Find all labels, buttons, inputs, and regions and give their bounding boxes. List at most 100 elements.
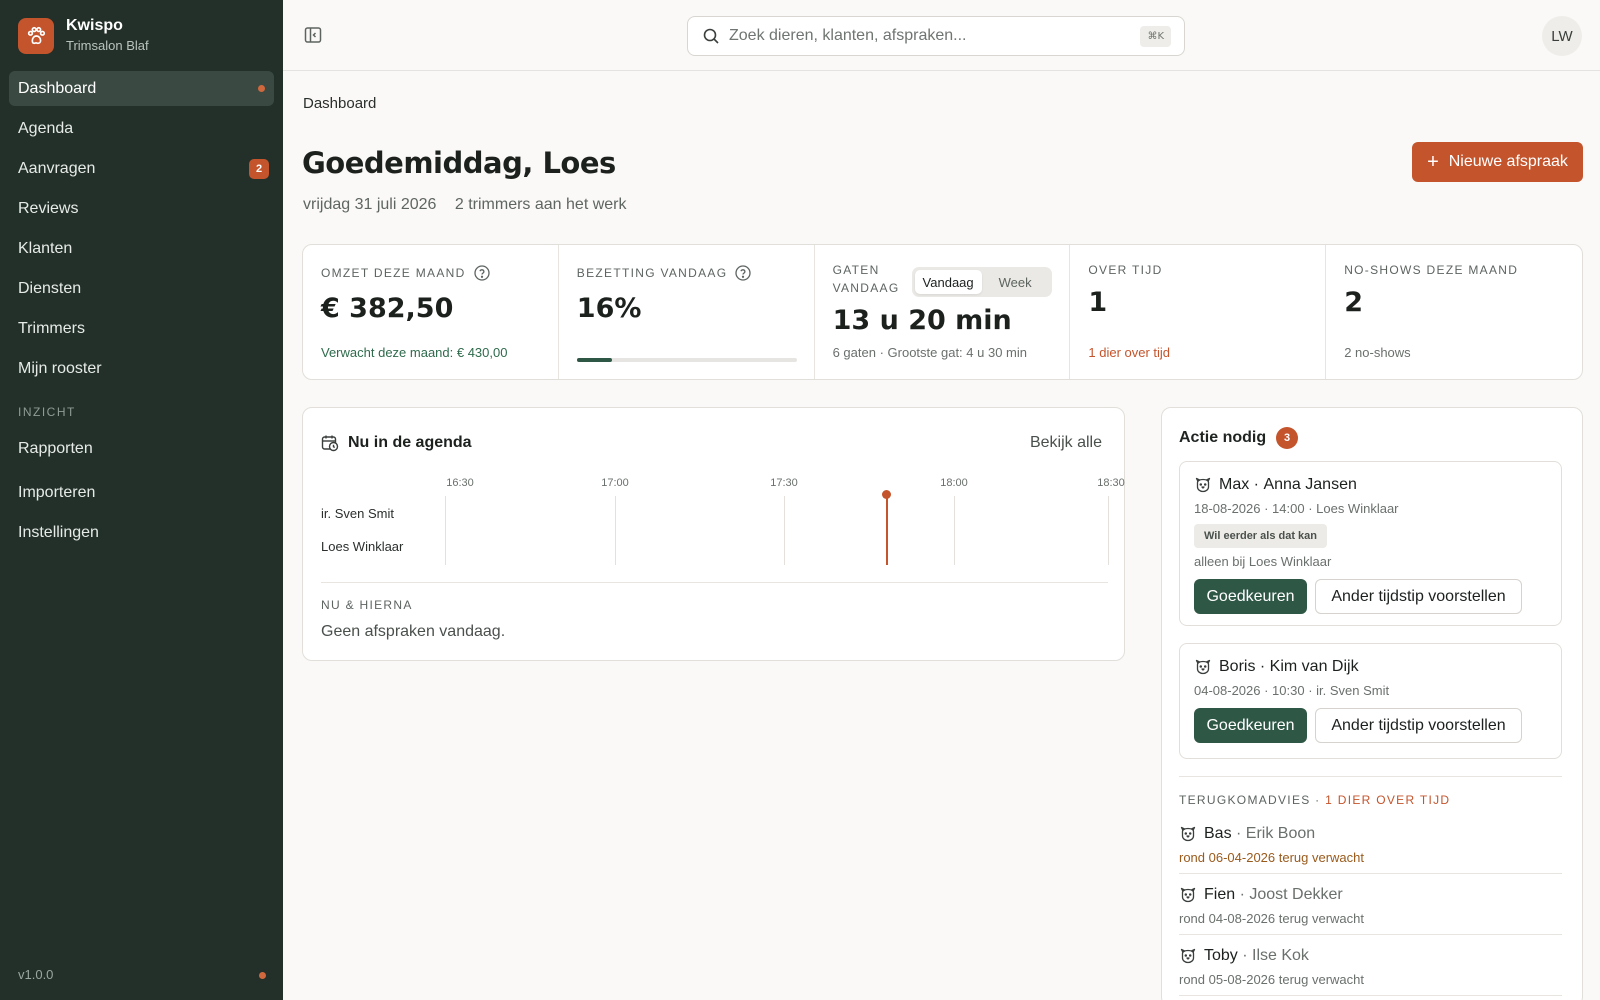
sidebar-item-reviews[interactable]: Reviews	[9, 191, 274, 226]
kpi-revenue: OMZET DEZE MAAND € 382,50 Verwacht deze …	[303, 245, 559, 379]
dog-icon	[1179, 825, 1197, 843]
list-item[interactable]: Bas · Erik Boon rond 06-04-2026 terug ve…	[1179, 813, 1562, 874]
list-item[interactable]: Fien · Joost Dekker rond 04-08-2026 teru…	[1179, 874, 1562, 935]
approve-button[interactable]: Goedkeuren	[1194, 708, 1307, 743]
sidebar-item-label: Mijn rooster	[18, 359, 102, 377]
timeline-gridline	[784, 496, 785, 565]
sidebar: Kwispo Trimsalon Blaf Dashboard Agenda A…	[0, 0, 283, 1000]
agenda-card: Nu in de agenda Bekijk alle 16:30 17:00 …	[302, 407, 1125, 661]
kpi-note: 2 no-shows	[1344, 345, 1411, 360]
dog-icon	[1179, 886, 1197, 904]
help-icon[interactable]	[735, 265, 752, 281]
new-appointment-button[interactable]: + Nieuwe afspraak	[1412, 142, 1583, 182]
section-label: NU & HIERNA	[321, 598, 413, 612]
breadcrumb[interactable]: Dashboard	[303, 95, 376, 112]
separator: ·	[1231, 825, 1246, 842]
count-badge: 3	[1276, 427, 1299, 449]
occupancy-progress-bar	[576, 358, 797, 362]
list-item-title: Bas · Erik Boon	[1179, 825, 1315, 843]
request-card: Boris · Kim van Dijk 04-08-2026 · 10:30 …	[1179, 643, 1562, 759]
page-title: Goedemiddag, Loes	[302, 146, 616, 180]
sidebar-toggle-icon[interactable]	[304, 26, 322, 44]
toggle-week[interactable]: Week	[982, 270, 1049, 294]
sidebar-item-aanvragen[interactable]: Aanvragen 2	[9, 151, 274, 186]
timeline-gridline	[615, 496, 616, 565]
sidebar-item-label: Rapporten	[18, 439, 93, 457]
kpi-row: OMZET DEZE MAAND € 382,50 Verwacht deze …	[302, 244, 1583, 380]
list-item-title: Toby · Ilse Kok	[1179, 947, 1309, 965]
kpi-label-text: BEZETTING VANDAAG	[576, 266, 728, 280]
list-item[interactable]: Toby · Ilse Kok rond 05-08-2026 terug ve…	[1179, 935, 1562, 996]
owner-name: Kim van Dijk	[1269, 658, 1359, 675]
brand[interactable]: Kwispo Trimsalon Blaf	[18, 17, 149, 55]
empty-state: Geen afspraken vandaag.	[321, 623, 506, 640]
list-item-title: Fien · Joost Dekker	[1179, 886, 1343, 904]
kpi-note: 1 dier over tijd	[1088, 345, 1171, 360]
pet-name: Toby	[1204, 947, 1238, 964]
propose-time-button[interactable]: Ander tijdstip voorstellen	[1315, 708, 1522, 743]
separator: ·	[1249, 476, 1264, 493]
avatar[interactable]: LW	[1542, 16, 1582, 56]
kpi-label-text: OMZET DEZE MAAND	[321, 266, 466, 280]
sidebar-item-label: Dashboard	[18, 79, 97, 97]
approve-button[interactable]: Goedkeuren	[1194, 579, 1307, 614]
current-time-dot	[882, 490, 891, 499]
help-icon[interactable]	[473, 265, 490, 281]
kpi-overdue[interactable]: OVER TIJD 1 1 dier over tijd	[1070, 245, 1327, 379]
propose-time-button[interactable]: Ander tijdstip voorstellen	[1315, 579, 1522, 614]
overdue-highlight[interactable]: 1 DIER OVER TIJD	[1325, 793, 1450, 807]
toggle-vandaag[interactable]: Vandaag	[914, 270, 982, 294]
sidebar-item-label: Instellingen	[18, 523, 99, 541]
kpi-value: 1	[1088, 287, 1108, 318]
card-title: Actie nodig 3	[1179, 427, 1299, 449]
section-label: TERUGKOMADVIES · 1 DIER OVER TIJD	[1179, 793, 1450, 807]
sidebar-item-label: Aanvragen	[18, 159, 96, 177]
sidebar-item-label: Importeren	[18, 483, 96, 501]
search-bar[interactable]: ⌘K	[687, 16, 1185, 56]
sidebar-item-diensten[interactable]: Diensten	[9, 271, 274, 306]
dog-icon	[1179, 947, 1197, 965]
pet-name: Bas	[1204, 825, 1232, 842]
see-all-link[interactable]: Bekijk alle	[1030, 434, 1102, 452]
kpi-label: OMZET DEZE MAAND	[321, 265, 540, 281]
brand-subtitle: Trimsalon Blaf	[66, 38, 149, 53]
current-time-indicator	[886, 496, 888, 565]
sidebar-item-rapporten[interactable]: Rapporten	[9, 431, 274, 466]
timeline-row-trimmer: Loes Winklaar	[321, 539, 404, 554]
sidebar-item-trimmers[interactable]: Trimmers	[9, 311, 274, 346]
sidebar-item-label: Diensten	[18, 279, 82, 297]
kpi-note: 6 gaten · Grootste gat: 4 u 30 min	[832, 345, 1027, 360]
pet-name: Fien	[1204, 886, 1236, 903]
calendar-clock-icon	[321, 434, 339, 452]
timeline-tick: 17:30	[770, 477, 798, 489]
period-toggle[interactable]: Vandaag Week	[911, 267, 1052, 297]
sidebar-item-label: Agenda	[18, 119, 74, 137]
sidebar-item-dashboard[interactable]: Dashboard	[9, 71, 274, 106]
trimmers-status: 2 trimmers aan het werk	[454, 196, 627, 213]
new-appointment-label: Nieuwe afspraak	[1448, 153, 1568, 170]
sidebar-item-mijn-rooster[interactable]: Mijn rooster	[9, 351, 274, 386]
dog-icon	[1194, 658, 1212, 676]
card-title-text: Actie nodig	[1179, 429, 1267, 446]
count-badge: 2	[249, 158, 269, 179]
request-title[interactable]: Max · Anna Jansen	[1194, 476, 1357, 494]
pet-name: Max	[1219, 476, 1250, 493]
agenda-timeline: 16:30 17:00 17:30 18:00 18:30 ir. Sven S…	[303, 468, 1126, 578]
separator: ·	[1235, 886, 1250, 903]
kpi-note: Verwacht deze maand: € 430,00	[321, 345, 508, 360]
sidebar-item-instellingen[interactable]: Instellingen	[9, 515, 274, 550]
current-date: vrijdag 31 juli 2026	[303, 196, 437, 213]
timeline-tick: 16:30	[446, 477, 474, 489]
divider	[321, 582, 1108, 583]
search-input[interactable]	[729, 27, 1109, 45]
sidebar-item-agenda[interactable]: Agenda	[9, 111, 274, 146]
return-expected: rond 04-08-2026 terug verwacht	[1179, 911, 1365, 926]
brand-name: Kwispo	[66, 17, 123, 34]
sidebar-item-klanten[interactable]: Klanten	[9, 231, 274, 266]
sidebar-item-label: Reviews	[18, 199, 79, 217]
owner-name: Anna Jansen	[1263, 476, 1357, 493]
sidebar-item-importeren[interactable]: Importeren	[9, 475, 274, 510]
action-needed-card: Actie nodig 3 Max · Anna Jansen 18-08-20…	[1161, 407, 1583, 1000]
kpi-label: BEZETTING VANDAAG	[577, 265, 796, 281]
request-title[interactable]: Boris · Kim van Dijk	[1194, 658, 1359, 676]
